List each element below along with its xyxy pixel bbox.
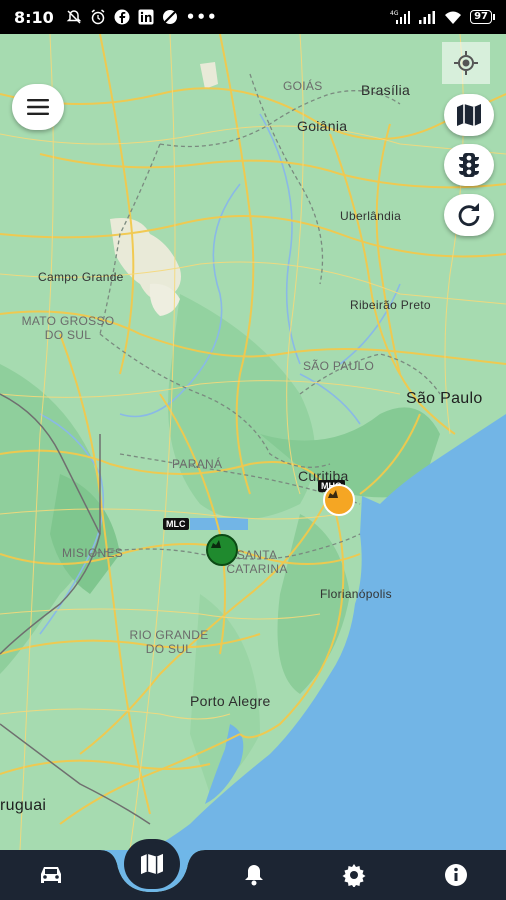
map-label-misiones: MISIONES (62, 546, 124, 560)
map-label-brasilia: Brasília (361, 82, 411, 98)
map-label-florianopolis: Florianópolis (320, 587, 392, 601)
map-view[interactable]: GOIÁS Brasília Goiânia Uberlândia Campo … (0, 34, 506, 850)
nav-info[interactable] (436, 860, 476, 890)
map-label-rio-grande: RIO GRANDE DO SUL (129, 628, 209, 656)
status-time: 8:10 (14, 7, 54, 27)
map-label-ribeirao: Ribeirão Preto (350, 298, 431, 312)
battery-icon: 97 (470, 10, 495, 24)
traffic-button[interactable] (444, 144, 494, 186)
nav-notifications[interactable] (234, 860, 274, 890)
linkedin-icon (138, 9, 154, 25)
map-label-parana: PARANÁ (172, 457, 223, 471)
nav-map-active[interactable] (127, 842, 177, 886)
signal-4g-icon: 4G (390, 10, 411, 24)
map-label-uberlandia: Uberlândia (340, 209, 402, 223)
refresh-button[interactable] (444, 194, 494, 236)
map-label-sao-paulo-state: SÃO PAULO (303, 359, 375, 373)
car-icon (41, 867, 61, 883)
hamburger-menu-icon (27, 99, 49, 115)
map-type-button[interactable] (444, 94, 494, 136)
map-label-goias: GOIÁS (283, 79, 323, 93)
mute-icon (66, 10, 82, 24)
map-canvas (0, 34, 506, 850)
map-label-goiania: Goiânia (297, 118, 348, 134)
info-icon (445, 864, 467, 886)
marker-tag-mlc: MLC (163, 518, 189, 530)
nav-vehicles[interactable] (31, 860, 71, 890)
svg-text:4G: 4G (390, 10, 399, 17)
bell-icon (245, 865, 263, 886)
map-label-campo-grande: Campo Grande (38, 270, 124, 284)
status-bar: 8:10 ••• 4G 97 (0, 0, 506, 34)
map-label-uruguai: ruguai (0, 797, 47, 814)
map-icon (141, 853, 163, 875)
my-location-icon (454, 51, 478, 75)
map-label-porto-alegre: Porto Alegre (190, 693, 271, 709)
map-icon (457, 104, 481, 126)
my-location-button[interactable] (442, 42, 490, 84)
wifi-icon (445, 11, 462, 24)
vehicle-marker-mlc[interactable] (206, 534, 238, 566)
map-label-sao-paulo: São Paulo (406, 390, 483, 407)
more-dots-icon: ••• (185, 8, 218, 26)
refresh-icon (458, 203, 480, 227)
traffic-light-icon (459, 153, 479, 177)
bottom-navigation (0, 850, 506, 900)
facebook-icon (114, 9, 130, 25)
signal-icon (419, 11, 436, 24)
no-sim-icon (162, 10, 177, 24)
vehicle-marker-mhc[interactable] (323, 484, 355, 516)
map-label-mato-grosso: MATO GROSSO DO SUL (21, 314, 115, 342)
alarm-icon (91, 9, 105, 25)
gear-icon (342, 864, 366, 887)
menu-button[interactable] (12, 84, 64, 130)
vehicle-icon (211, 540, 221, 548)
vehicle-icon (328, 490, 338, 498)
nav-settings[interactable] (334, 860, 374, 890)
